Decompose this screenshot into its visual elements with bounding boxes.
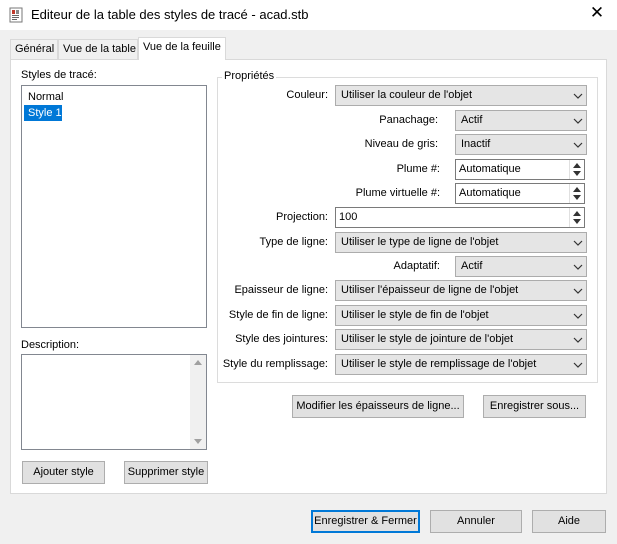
- pen-number-field[interactable]: Automatique: [455, 159, 585, 180]
- lineweight-label: Epaisseur de ligne:: [234, 284, 328, 296]
- grayscale-dropdown[interactable]: Inactif: [455, 134, 587, 155]
- adaptive-dropdown[interactable]: Actif: [455, 256, 587, 277]
- spin-up-icon[interactable]: [573, 186, 581, 192]
- edit-lineweights-button[interactable]: Modifier les épaisseurs de ligne...: [292, 395, 464, 418]
- help-button[interactable]: Aide: [532, 510, 606, 533]
- description-label: Description:: [21, 339, 80, 351]
- fill-style-label: Style du remplissage:: [222, 358, 328, 370]
- chevron-down-icon: [573, 142, 583, 148]
- description-scrollbar[interactable]: [190, 355, 206, 449]
- tab-general[interactable]: Général: [10, 39, 58, 59]
- cancel-button[interactable]: Annuler: [430, 510, 522, 533]
- chevron-down-icon: [573, 93, 583, 99]
- spin-up-icon[interactable]: [573, 162, 581, 168]
- color-dropdown[interactable]: Utiliser la couleur de l'objet: [335, 85, 587, 106]
- close-icon[interactable]: ✕: [589, 3, 605, 23]
- tab-form-view-label: Vue de la feuille: [143, 41, 221, 53]
- tab-table-view[interactable]: Vue de la table: [58, 39, 138, 59]
- dithering-label: Panachage:: [379, 114, 438, 126]
- chevron-down-icon: [573, 337, 583, 343]
- tab-table-view-label: Vue de la table: [63, 43, 136, 55]
- chevron-down-icon: [573, 313, 583, 319]
- chevron-down-icon: [573, 362, 583, 368]
- screening-field[interactable]: 100: [335, 207, 585, 228]
- dithering-value: Actif: [461, 114, 483, 126]
- tab-general-label: Général: [15, 43, 55, 55]
- lineweight-dropdown[interactable]: Utiliser l'épaisseur de ligne de l'objet: [335, 280, 587, 301]
- fill-style-dropdown[interactable]: Utiliser le style de remplissage de l'ob…: [335, 354, 587, 375]
- lineweight-value: Utiliser l'épaisseur de ligne de l'objet: [341, 284, 519, 296]
- pen-number-spinner[interactable]: [569, 160, 584, 179]
- spin-down-icon[interactable]: [573, 195, 581, 201]
- delete-style-button[interactable]: Supprimer style: [124, 461, 208, 484]
- chevron-down-icon: [573, 240, 583, 246]
- line-end-value: Utiliser le style de fin de l'objet: [341, 309, 489, 321]
- save-and-close-button[interactable]: Enregistrer & Fermer: [311, 510, 420, 533]
- plot-styles-list[interactable]: Normal Style 1: [21, 85, 207, 328]
- screening-value: 100: [339, 211, 358, 223]
- fill-style-value: Utiliser le style de remplissage de l'ob…: [341, 358, 537, 370]
- list-item-selected[interactable]: Style 1: [24, 105, 62, 121]
- scroll-up-icon[interactable]: [194, 359, 202, 365]
- line-join-label: Style des jointures:: [235, 333, 328, 345]
- grayscale-label: Niveau de gris:: [364, 138, 438, 150]
- dithering-dropdown[interactable]: Actif: [455, 110, 587, 131]
- tab-form-view[interactable]: Vue de la feuille: [138, 37, 226, 60]
- color-label: Couleur:: [286, 89, 328, 101]
- spin-down-icon[interactable]: [573, 219, 581, 225]
- grayscale-value: Inactif: [461, 138, 491, 150]
- pen-number-label: Plume #:: [396, 163, 440, 175]
- linetype-value: Utiliser le type de ligne de l'objet: [341, 236, 499, 248]
- line-join-dropdown[interactable]: Utiliser le style de jointure de l'objet: [335, 329, 587, 350]
- title-bar: Editeur de la table des styles de tracé …: [0, 0, 617, 30]
- virtual-pen-label: Plume virtuelle #:: [355, 187, 440, 199]
- chevron-down-icon: [573, 264, 583, 270]
- list-item[interactable]: Normal: [24, 89, 63, 105]
- scroll-down-icon[interactable]: [194, 439, 202, 445]
- properties-group-label: Propriétés: [222, 70, 277, 82]
- pen-number-value: Automatique: [459, 163, 521, 175]
- adaptive-value: Actif: [461, 260, 483, 272]
- chevron-down-icon: [573, 118, 583, 124]
- spin-up-icon[interactable]: [573, 210, 581, 216]
- screening-spinner[interactable]: [569, 208, 584, 227]
- linetype-label: Type de ligne:: [259, 236, 329, 248]
- chevron-down-icon: [573, 288, 583, 294]
- line-end-dropdown[interactable]: Utiliser le style de fin de l'objet: [335, 305, 587, 326]
- line-end-label: Style de fin de ligne:: [228, 309, 328, 321]
- virtual-pen-value: Automatique: [459, 187, 521, 199]
- window-title: Editeur de la table des styles de tracé …: [31, 7, 309, 22]
- plot-styles-label: Styles de tracé:: [21, 69, 97, 81]
- add-style-button[interactable]: Ajouter style: [22, 461, 105, 484]
- adaptive-label: Adaptatif:: [393, 260, 440, 272]
- color-value: Utiliser la couleur de l'objet: [341, 89, 473, 101]
- spin-down-icon[interactable]: [573, 171, 581, 177]
- line-join-value: Utiliser le style de jointure de l'objet: [341, 333, 514, 345]
- save-as-button[interactable]: Enregistrer sous...: [483, 395, 586, 418]
- screening-label: Projection:: [276, 211, 328, 223]
- plot-style-table-icon: [9, 7, 23, 23]
- virtual-pen-field[interactable]: Automatique: [455, 183, 585, 204]
- linetype-dropdown[interactable]: Utiliser le type de ligne de l'objet: [335, 232, 587, 253]
- virtual-pen-spinner[interactable]: [569, 184, 584, 203]
- description-field[interactable]: [21, 354, 207, 450]
